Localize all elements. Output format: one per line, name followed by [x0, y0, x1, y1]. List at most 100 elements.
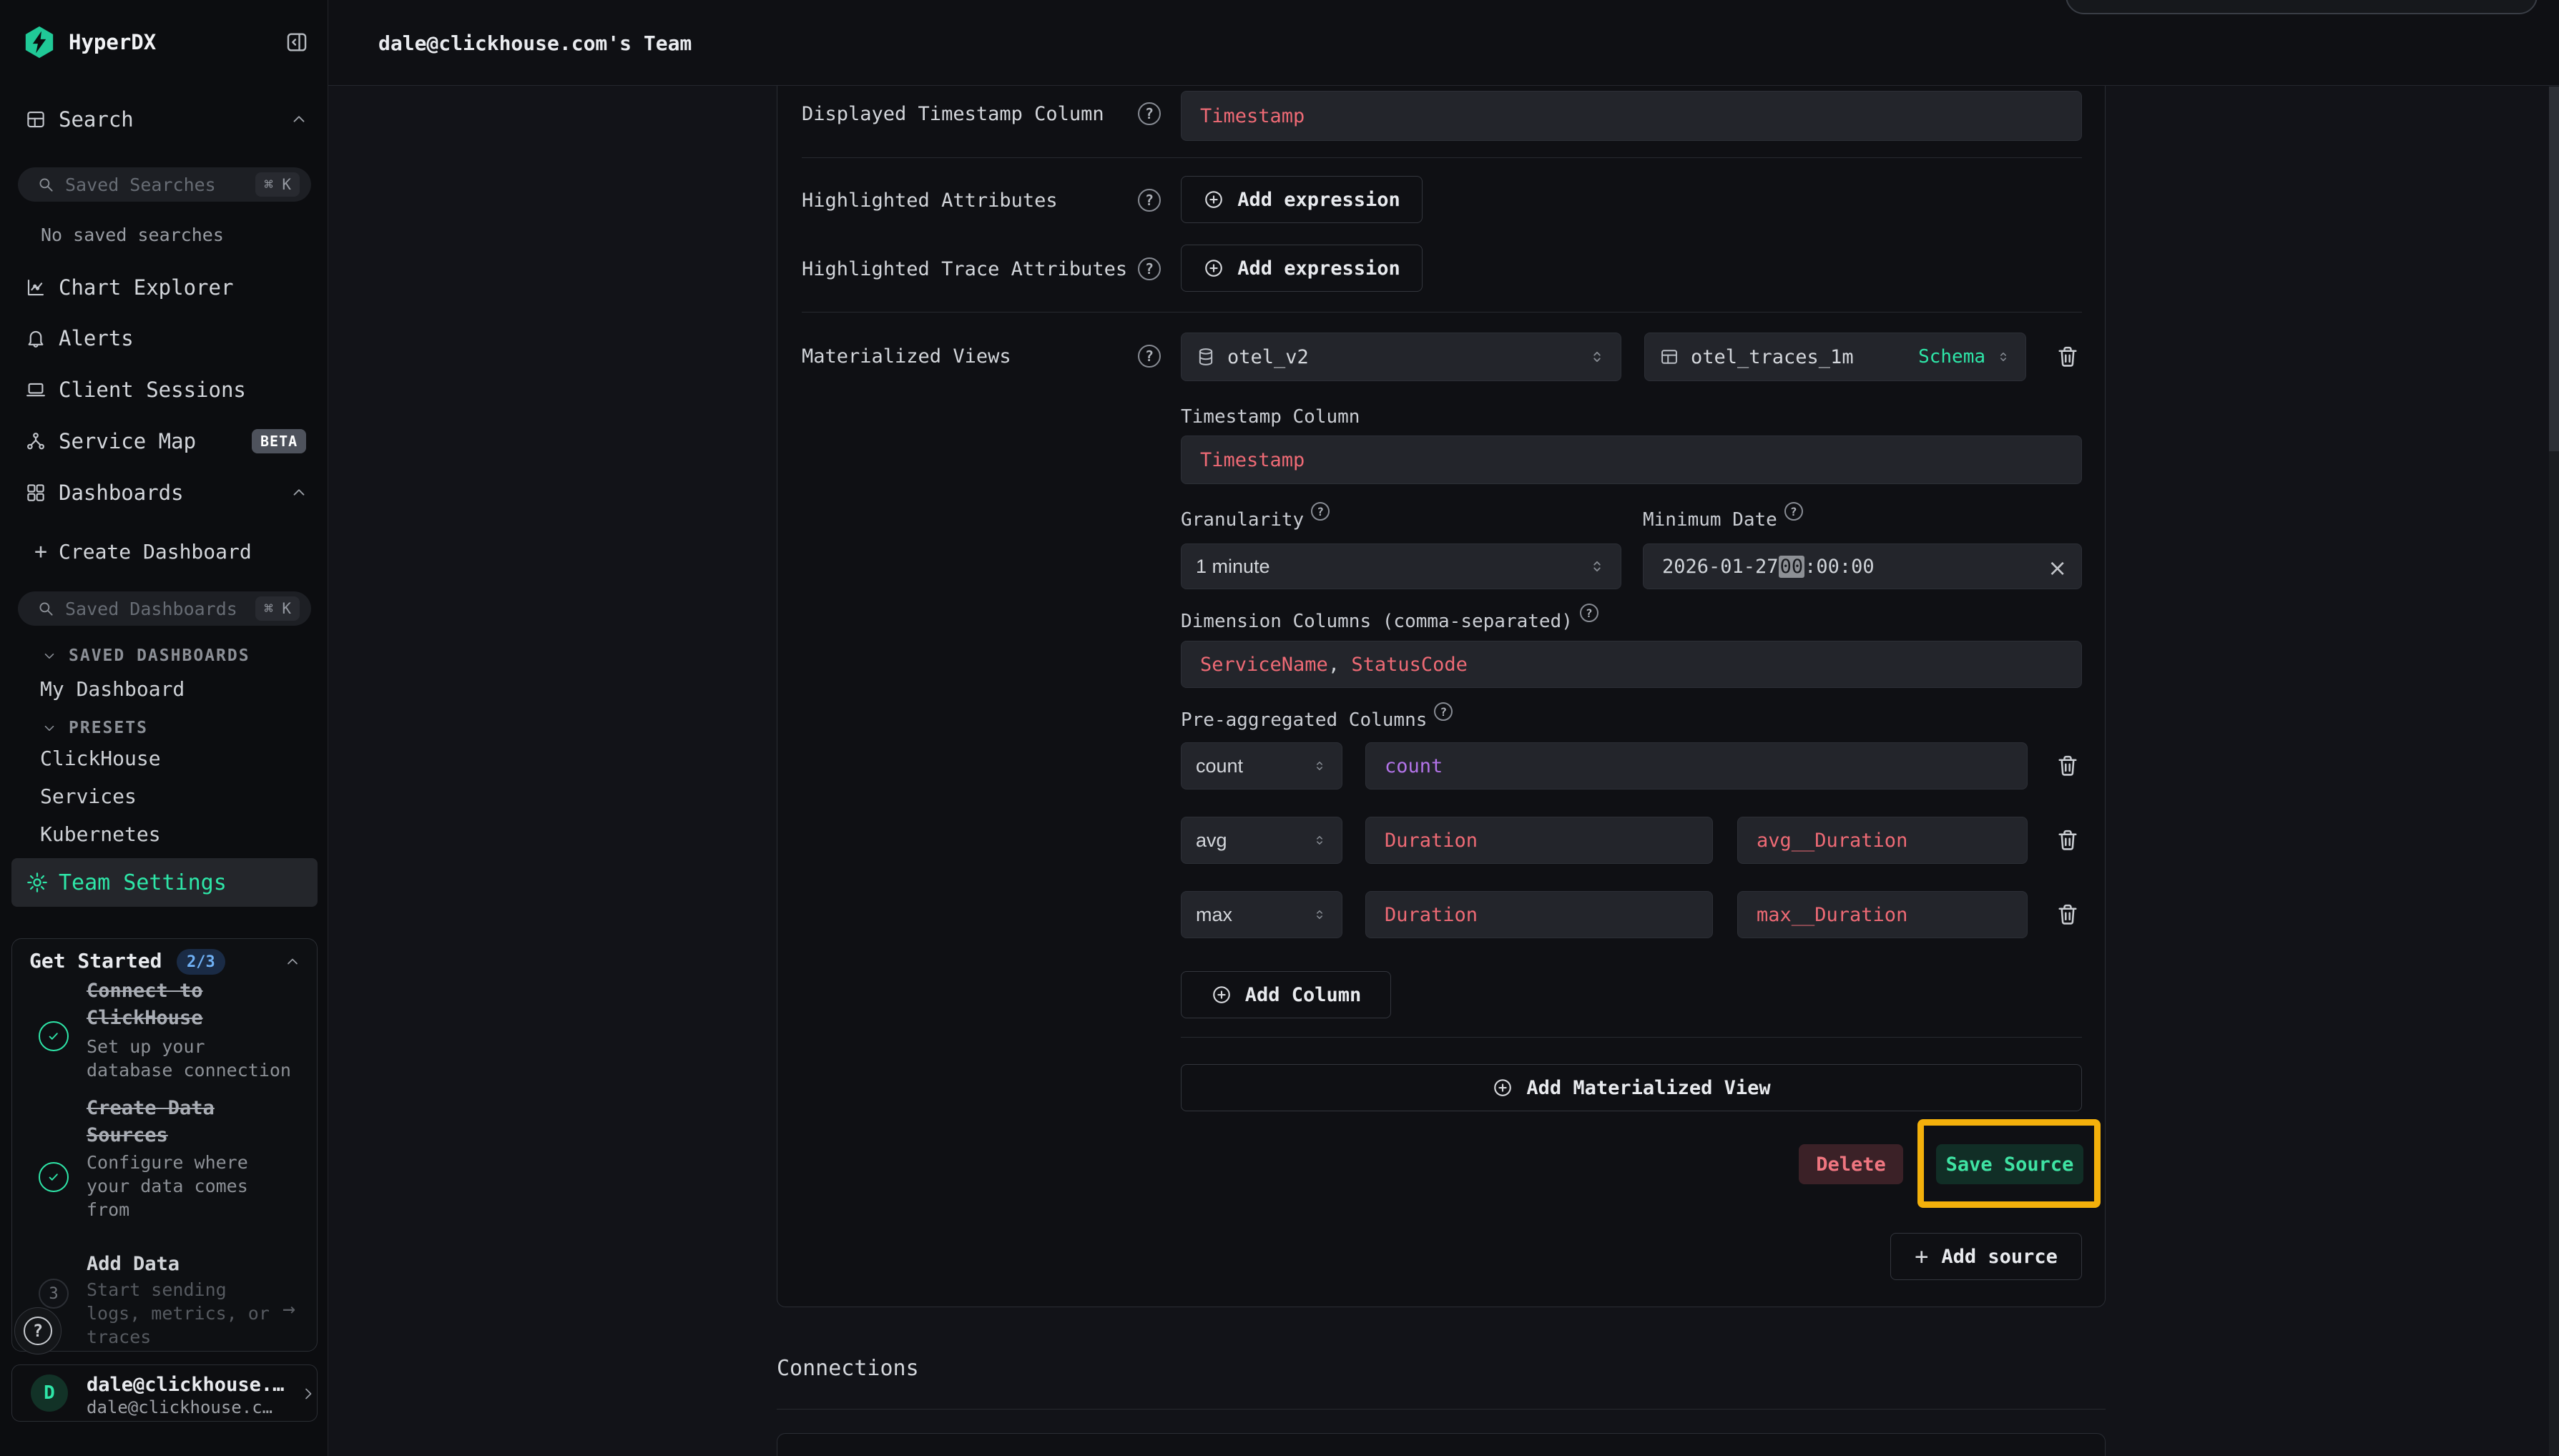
get-started-title: Get Started — [29, 949, 162, 973]
circle-plus-icon — [1203, 189, 1224, 210]
help-icon[interactable]: ? — [1138, 189, 1161, 212]
sidebar-item-team-settings[interactable]: Team Settings — [11, 858, 318, 907]
delete-row-icon[interactable] — [2055, 753, 2081, 779]
clear-date-icon[interactable]: × — [2048, 554, 2067, 581]
source-settings-card: Displayed Timestamp Column ? Timestamp H… — [777, 86, 2106, 1307]
mv-dimension-columns-input[interactable]: ServiceName, StatusCode — [1181, 641, 2082, 688]
user-name: dale@clickhouse.… — [87, 1374, 284, 1396]
preagg-alias-input[interactable]: max__Duration — [1737, 891, 2028, 938]
team-title: dale@clickhouse.com's Team — [378, 0, 692, 86]
circle-plus-icon — [1211, 984, 1232, 1005]
materialized-views-label: Materialized Views — [802, 342, 1011, 370]
help-icon[interactable]: ? — [1784, 502, 1803, 521]
preagg-expression-input[interactable]: Duration — [1365, 817, 1713, 864]
preagg-expression-input[interactable]: Duration — [1365, 891, 1713, 938]
save-source-button[interactable]: Save Source — [1936, 1144, 2083, 1184]
sidebar-item-alerts[interactable]: Alerts — [0, 320, 328, 356]
mv-table-select[interactable]: otel_traces_1m Schema — [1644, 333, 2026, 381]
preagg-fn-select[interactable]: count — [1181, 742, 1342, 790]
mv-granularity-select[interactable]: 1 minute — [1181, 543, 1621, 589]
sidebar-item-my-dashboard[interactable]: My Dashboard — [0, 672, 328, 705]
sidebar-item-kubernetes[interactable]: Kubernetes — [0, 817, 328, 850]
sidebar-item-search[interactable]: Search — [0, 102, 328, 137]
saved-searches-input[interactable]: ⌘ K — [18, 167, 311, 202]
add-expression-button[interactable]: Add expression — [1181, 245, 1423, 292]
delete-materialized-view-icon[interactable] — [2055, 344, 2081, 370]
help-button[interactable]: ? — [14, 1307, 62, 1354]
connections-heading: Connections — [777, 1356, 919, 1381]
preagg-alias-input[interactable]: avg__Duration — [1737, 817, 2028, 864]
delete-row-icon[interactable] — [2055, 902, 2081, 928]
preagg-fn-select[interactable]: max — [1181, 891, 1342, 938]
create-dashboard-button[interactable]: + Create Dashboard — [0, 533, 328, 569]
help-icon[interactable]: ? — [1311, 502, 1330, 521]
add-source-button[interactable]: + Add source — [1890, 1233, 2082, 1280]
database-icon — [1196, 347, 1216, 367]
divider — [777, 1409, 2106, 1410]
step-subtitle-create-sources: Configure where your data comes from — [87, 1151, 308, 1221]
sidebar-item-services[interactable]: Services — [0, 779, 328, 812]
saved-dashboards-field[interactable] — [65, 599, 237, 619]
help-icon[interactable]: ? — [1138, 102, 1161, 125]
collapse-sidebar-icon[interactable] — [285, 30, 309, 54]
step-complete-icon — [39, 1021, 69, 1051]
preagg-expression-input[interactable]: count — [1365, 742, 2028, 790]
help-icon[interactable]: ? — [1138, 345, 1161, 368]
plus-icon: + — [1915, 1243, 1928, 1270]
service-map-icon — [25, 431, 46, 452]
help-icon[interactable]: ? — [1434, 702, 1453, 721]
mv-database-select[interactable]: otel_v2 — [1181, 333, 1621, 381]
mv-minimum-date-input[interactable]: 2026-01-27 00:00:00 × — [1643, 543, 2082, 589]
saved-dashboards-input[interactable]: ⌘ K — [18, 591, 311, 626]
shortcut-badge: ⌘ K — [255, 172, 300, 197]
group-presets[interactable]: PRESETS — [0, 712, 328, 744]
highlighted-attributes-label: Highlighted Attributes — [802, 186, 1058, 215]
scrollbar-thumb[interactable] — [2549, 87, 2559, 451]
notification-fragment — [2066, 0, 2538, 14]
mv-granularity-label: Granularity ? — [1181, 509, 1330, 535]
chevron-up-icon — [290, 483, 308, 502]
sidebar-item-clickhouse[interactable]: ClickHouse — [0, 742, 328, 774]
step-title-create-sources[interactable]: Create Data Sources — [87, 1095, 308, 1149]
step-title-connect[interactable]: Connect to ClickHouse — [87, 978, 308, 1032]
mv-minimum-date-label: Minimum Date ? — [1643, 509, 1803, 535]
sidebar-item-service-map[interactable]: Service Map BETA — [0, 423, 328, 459]
user-menu[interactable]: D dale@clickhouse.… dale@clickhouse.c… — [11, 1364, 318, 1422]
table-icon — [1659, 347, 1679, 367]
preagg-fn-select[interactable]: avg — [1181, 817, 1342, 864]
updown-chevron-icon — [1995, 349, 2011, 365]
mv-preaggregated-label: Pre-aggregated Columns ? — [1181, 709, 1453, 735]
saved-searches-field[interactable] — [65, 174, 237, 195]
sidebar-item-dashboards[interactable]: Dashboards — [0, 475, 328, 511]
mv-timestamp-column-input[interactable]: Timestamp — [1181, 436, 2082, 484]
scrollbar-track[interactable] — [2549, 87, 2559, 1456]
chart-explorer-icon — [25, 277, 46, 298]
sidebar: HyperDX Search ⌘ K No saved searches Cha… — [0, 0, 328, 1456]
search-section-icon — [25, 109, 46, 130]
add-column-button[interactable]: Add Column — [1181, 971, 1391, 1018]
arrow-right-icon: → — [283, 1297, 295, 1322]
updown-chevron-icon — [1312, 832, 1327, 848]
step-title-add-data[interactable]: Add Data — [87, 1251, 308, 1278]
divider — [1181, 1037, 2082, 1038]
schema-link[interactable]: Schema — [1918, 346, 1985, 368]
delete-source-button[interactable]: Delete — [1799, 1144, 1903, 1184]
get-started-panel: Get Started 2/3 Connect to ClickHouse Se… — [11, 938, 318, 1352]
selected-time-segment[interactable]: 00 — [1779, 556, 1805, 578]
chevron-up-icon[interactable] — [284, 953, 301, 970]
add-materialized-view-button[interactable]: Add Materialized View — [1181, 1064, 2082, 1111]
help-icon[interactable]: ? — [1138, 257, 1161, 280]
mv-timestamp-column-label: Timestamp Column — [1181, 406, 1360, 432]
delete-row-icon[interactable] — [2055, 827, 2081, 853]
updown-chevron-icon — [1588, 557, 1606, 576]
updown-chevron-icon — [1588, 348, 1606, 366]
add-expression-button[interactable]: Add expression — [1181, 176, 1423, 223]
sidebar-item-chart-explorer[interactable]: Chart Explorer — [0, 270, 328, 305]
search-icon — [36, 599, 55, 618]
help-icon[interactable]: ? — [1580, 604, 1598, 622]
group-saved-dashboards[interactable]: SAVED DASHBOARDS — [0, 640, 328, 672]
app-screen: HyperDX Search ⌘ K No saved searches Cha… — [0, 0, 2559, 1456]
search-icon — [36, 175, 55, 194]
displayed-timestamp-input[interactable]: Timestamp — [1181, 91, 2082, 141]
sidebar-item-client-sessions[interactable]: Client Sessions — [0, 372, 328, 408]
